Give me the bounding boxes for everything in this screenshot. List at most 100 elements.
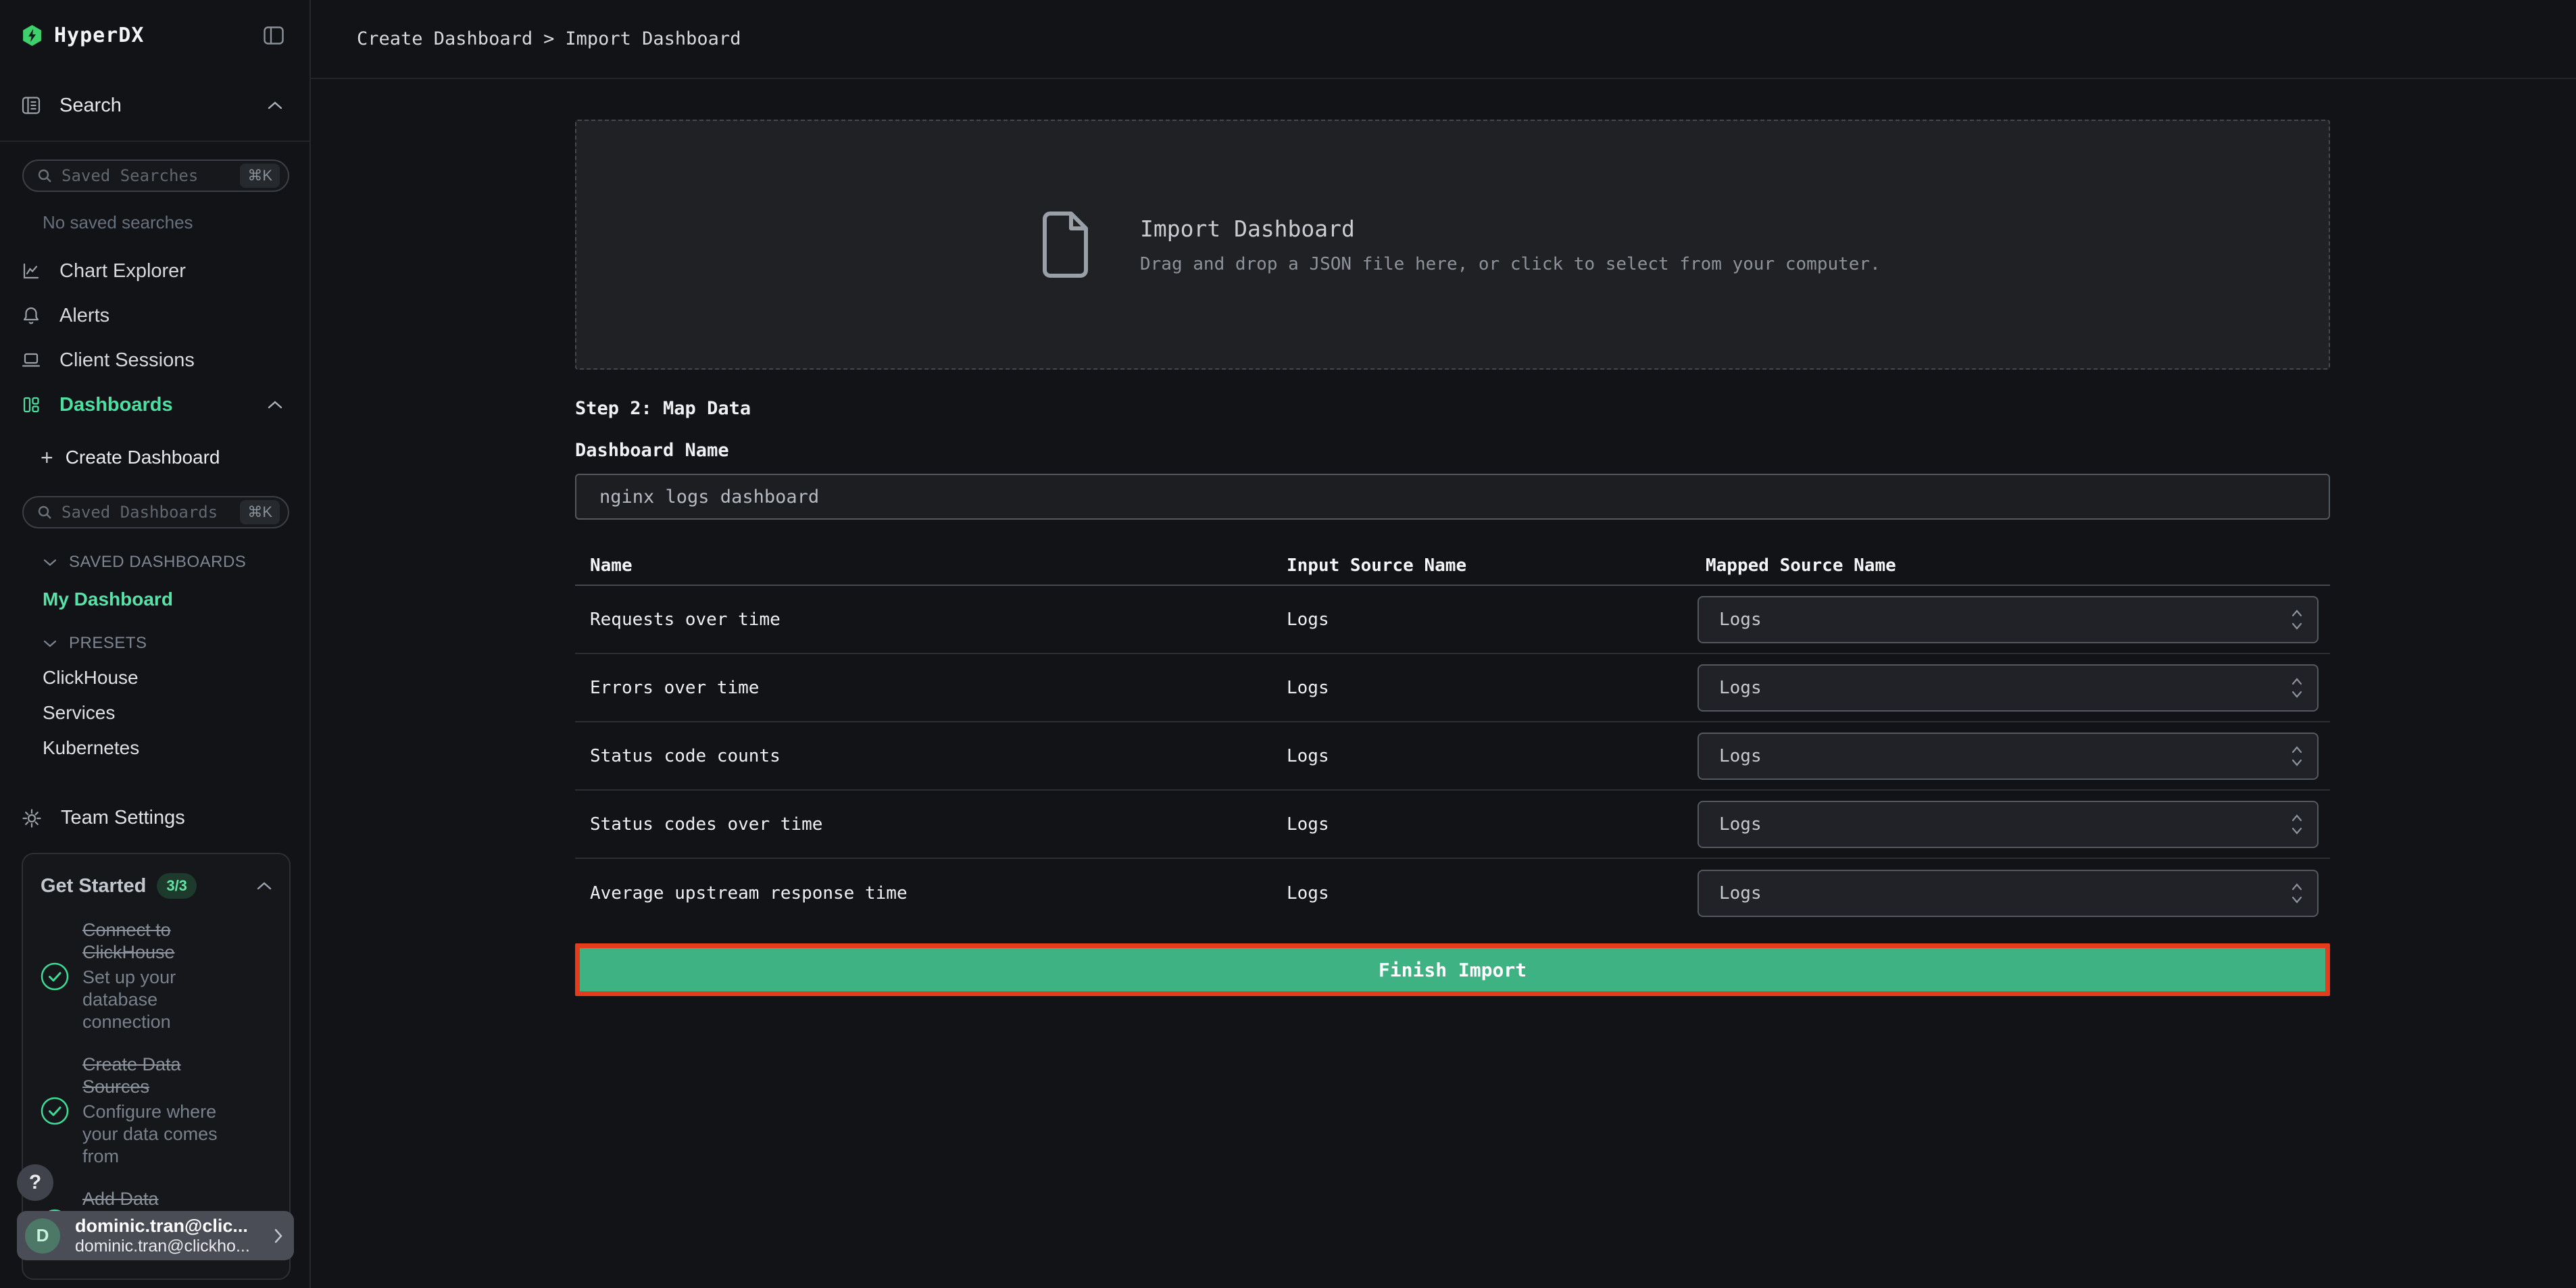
task-create-data-sources[interactable]: Create Data Sources Configure where your… (41, 1054, 272, 1168)
help-button[interactable]: ? (17, 1164, 53, 1201)
select-chevrons-icon (2290, 676, 2304, 700)
mapped-source-select[interactable]: Logs (1698, 733, 2319, 780)
no-saved-searches-text: No saved searches (43, 212, 309, 232)
bell-icon (22, 306, 41, 325)
chevron-down-icon (43, 559, 57, 566)
sidebar-item-dashboards[interactable]: Dashboards (0, 382, 309, 427)
sidebar-item-my-dashboard[interactable]: My Dashboard (43, 589, 309, 610)
task-desc: Set up your database connection (82, 966, 248, 1033)
cell-name: Average upstream response time (590, 883, 1287, 903)
sidebar-nav: Chart Explorer Alerts Client Sessions (0, 249, 309, 427)
column-header-name: Name (590, 555, 1287, 576)
dashboard-name-label: Dashboard Name (575, 441, 2330, 460)
cell-input-source: Logs (1287, 610, 1706, 630)
json-dropzone[interactable]: Import Dashboard Drag and drop a JSON fi… (575, 120, 2330, 370)
sidebar-section-search[interactable]: Search (0, 70, 309, 142)
breadcrumb-separator: > (543, 28, 554, 49)
table-header-row: Name Input Source Name Mapped Source Nam… (575, 547, 2330, 586)
dropzone-subtitle: Drag and drop a JSON file here, or click… (1140, 254, 1881, 274)
app-root: HyperDX Search (0, 0, 2576, 1288)
sidebar-item-client-sessions[interactable]: Client Sessions (0, 338, 309, 382)
mapping-table: Name Input Source Name Mapped Source Nam… (575, 547, 2330, 927)
select-chevrons-icon (2290, 881, 2304, 906)
breadcrumb-import-dashboard[interactable]: Import Dashboard (565, 28, 741, 49)
hyperdx-logo-icon (23, 25, 41, 46)
team-settings-label: Team Settings (61, 807, 185, 829)
task-text: Connect to ClickHouse Set up your databa… (82, 919, 248, 1033)
check-circle-icon (41, 962, 69, 991)
sidebar-item-chart-explorer[interactable]: Chart Explorer (0, 249, 309, 293)
select-value: Logs (1719, 678, 1762, 698)
sidebar-item-team-settings[interactable]: Team Settings (0, 807, 309, 829)
get-started-header[interactable]: Get Started 3/3 (41, 873, 272, 899)
search-section-label: Search (59, 95, 122, 117)
shortcut-badge: ⌘K (240, 164, 280, 188)
click-highlight-annotation: Finish Import (575, 943, 2330, 996)
task-connect-clickhouse[interactable]: Connect to ClickHouse Set up your databa… (41, 919, 272, 1033)
saved-dashboards-input[interactable] (61, 503, 231, 522)
cell-name: Status code counts (590, 746, 1287, 766)
topbar: Create Dashboard > Import Dashboard (311, 0, 2576, 79)
table-row: Average upstream response time Logs Logs (575, 859, 2330, 927)
mapped-source-select[interactable]: Logs (1698, 664, 2319, 712)
task-title: Connect to ClickHouse (82, 919, 248, 964)
progress-badge: 3/3 (157, 873, 197, 899)
gear-icon (22, 808, 42, 828)
cell-input-source: Logs (1287, 814, 1706, 835)
cell-input-source: Logs (1287, 678, 1706, 698)
search-icon (37, 168, 53, 184)
task-desc: Configure where your data comes from (82, 1101, 248, 1168)
breadcrumb: Create Dashboard > Import Dashboard (357, 28, 741, 49)
user-info: dominic.tran@clic... dominic.tran@clickh… (75, 1216, 250, 1256)
sidebar-item-clickhouse[interactable]: ClickHouse (43, 668, 309, 688)
mapped-source-select[interactable]: Logs (1698, 596, 2319, 643)
collapse-sidebar-icon[interactable] (264, 26, 284, 45)
cell-name: Status codes over time (590, 814, 1287, 835)
sidebar-item-kubernetes[interactable]: Kubernetes (43, 738, 309, 758)
select-value: Logs (1719, 610, 1762, 630)
cell-input-source: Logs (1287, 746, 1706, 766)
chevron-up-icon (268, 101, 282, 109)
user-email: dominic.tran@clickho... (75, 1236, 250, 1256)
dashboards-icon (22, 395, 41, 414)
create-dashboard-button[interactable]: + Create Dashboard (0, 437, 309, 478)
saved-dashboards-group-label: SAVED DASHBOARDS (69, 553, 246, 572)
table-row: Status codes over time Logs Logs (575, 791, 2330, 859)
get-started-title: Get Started (41, 875, 146, 897)
chevron-up-icon[interactable] (257, 882, 272, 890)
sidebar-item-label: Dashboards (59, 394, 173, 416)
laptop-icon (22, 351, 41, 369)
cell-name: Requests over time (590, 610, 1287, 630)
dropzone-text: Import Dashboard Drag and drop a JSON fi… (1140, 216, 1881, 274)
main-area: Create Dashboard > Import Dashboard Impo… (311, 0, 2576, 1288)
saved-searches-searchbox[interactable]: ⌘K (22, 159, 289, 192)
finish-import-button[interactable]: Finish Import (580, 948, 2325, 991)
cell-input-source: Logs (1287, 883, 1706, 903)
user-menu[interactable]: D dominic.tran@clic... dominic.tran@clic… (17, 1211, 294, 1260)
saved-dashboards-group[interactable]: SAVED DASHBOARDS (43, 553, 309, 572)
select-chevrons-icon (2290, 744, 2304, 768)
create-dashboard-label: Create Dashboard (66, 447, 220, 468)
chevron-right-icon (274, 1228, 283, 1244)
select-value: Logs (1719, 883, 1762, 903)
search-icon (37, 505, 53, 520)
sidebar-item-alerts[interactable]: Alerts (0, 293, 309, 338)
sidebar-item-label: Chart Explorer (59, 260, 186, 282)
presets-group[interactable]: PRESETS (43, 634, 309, 653)
saved-searches-input[interactable] (61, 166, 231, 185)
saved-dashboards-searchbox[interactable]: ⌘K (22, 496, 289, 528)
presets-group-label: PRESETS (69, 634, 147, 653)
select-value: Logs (1719, 746, 1762, 766)
dashboard-name-input[interactable] (575, 474, 2330, 520)
sidebar-item-services[interactable]: Services (43, 703, 309, 723)
chevron-up-icon (268, 401, 282, 409)
select-chevrons-icon (2290, 812, 2304, 837)
mapped-source-select[interactable]: Logs (1698, 870, 2319, 917)
breadcrumb-create-dashboard[interactable]: Create Dashboard (357, 28, 532, 49)
user-name: dominic.tran@clic... (75, 1216, 250, 1236)
select-chevrons-icon (2290, 608, 2304, 632)
check-circle-icon (41, 1097, 69, 1125)
column-header-mapped-source: Mapped Source Name (1706, 555, 2330, 576)
search-section-icon (22, 96, 41, 115)
mapped-source-select[interactable]: Logs (1698, 801, 2319, 848)
